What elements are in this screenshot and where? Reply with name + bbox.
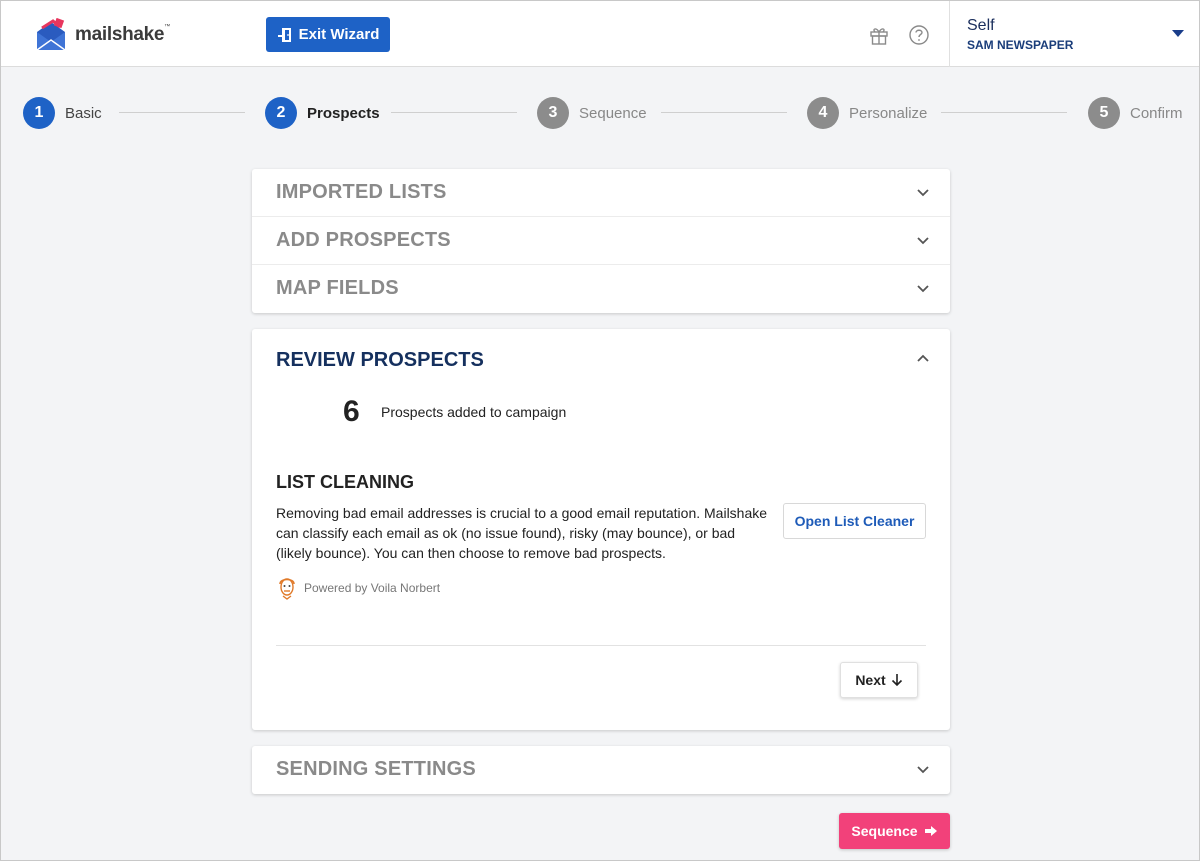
- caret-down-icon[interactable]: [1172, 30, 1184, 37]
- step-number: 2: [265, 97, 297, 129]
- prospect-count-label: Prospects added to campaign: [381, 404, 567, 420]
- step-label: Personalize: [849, 104, 928, 122]
- section-title: ADD PROSPECTS: [276, 229, 451, 251]
- review-prospects-title: REVIEW PROSPECTS: [276, 349, 484, 371]
- step-label: Basic: [65, 104, 102, 122]
- prospect-count: 6: [343, 395, 360, 428]
- powered-by: Powered by Voila Norbert: [276, 575, 440, 601]
- divider: [276, 645, 926, 646]
- arrow-down-icon: [891, 674, 902, 687]
- voila-norbert-avatar-icon: [279, 578, 295, 600]
- account-name: Self: [967, 17, 995, 34]
- chevron-down-icon[interactable]: [916, 284, 930, 294]
- step-label: Sequence: [579, 104, 647, 122]
- sequence-next-button[interactable]: Sequence: [839, 813, 950, 849]
- chevron-down-icon[interactable]: [916, 765, 930, 775]
- mailshake-logo[interactable]: mailshake™: [33, 18, 170, 52]
- next-button[interactable]: Next: [840, 662, 918, 698]
- arrow-right-icon: [924, 826, 937, 836]
- step-connector: [661, 112, 787, 113]
- powered-by-text: Powered by Voila Norbert: [304, 581, 441, 595]
- exit-door-icon: [277, 27, 291, 42]
- step-personalize[interactable]: 4 Personalize: [807, 96, 927, 130]
- review-prospects-card: REVIEW PROSPECTS 6 Prospects added to ca…: [252, 329, 950, 730]
- step-basic[interactable]: 1 Basic: [23, 96, 102, 130]
- wizard-stepper: 1 Basic 2 Prospects 3 Sequence 4 Persona…: [1, 96, 1200, 130]
- chevron-down-icon[interactable]: [916, 188, 930, 198]
- section-imported-lists[interactable]: IMPORTED LISTS: [252, 169, 950, 217]
- account-switcher[interactable]: Self SAM NEWSPAPER: [949, 1, 1199, 67]
- sending-settings-card: SENDING SETTINGS: [252, 746, 950, 794]
- section-sending-settings[interactable]: SENDING SETTINGS: [252, 746, 950, 794]
- step-connector: [119, 112, 245, 113]
- logo-text: mailshake™: [75, 24, 170, 45]
- sequence-label: Sequence: [851, 823, 918, 839]
- step-prospects[interactable]: 2 Prospects: [265, 96, 380, 130]
- help-icon[interactable]: [908, 24, 930, 46]
- step-label: Prospects: [307, 104, 380, 122]
- section-title: IMPORTED LISTS: [276, 181, 447, 203]
- exit-wizard-label: Exit Wizard: [298, 26, 380, 43]
- list-cleaning-description: Removing bad email addresses is crucial …: [276, 505, 768, 561]
- list-cleaning-title: LIST CLEANING: [276, 472, 414, 492]
- top-header: mailshake™ Exit Wizard Self SAM NEWSPAPE…: [1, 1, 1199, 67]
- chevron-up-icon[interactable]: [916, 353, 930, 363]
- step-number: 3: [537, 97, 569, 129]
- step-confirm[interactable]: 5 Confirm: [1088, 96, 1183, 130]
- account-org: SAM NEWSPAPER: [967, 38, 1074, 52]
- next-label: Next: [855, 672, 886, 688]
- gift-icon[interactable]: [868, 24, 890, 46]
- mailshake-logo-icon: [36, 18, 66, 51]
- chevron-down-icon[interactable]: [916, 236, 930, 246]
- exit-wizard-button[interactable]: Exit Wizard: [266, 17, 390, 52]
- step-label: Confirm: [1130, 104, 1183, 122]
- step-connector: [941, 112, 1067, 113]
- open-list-cleaner-button[interactable]: Open List Cleaner: [783, 503, 926, 539]
- section-add-prospects[interactable]: ADD PROSPECTS: [252, 217, 950, 265]
- section-title: MAP FIELDS: [276, 277, 399, 299]
- step-number: 1: [23, 97, 55, 129]
- section-map-fields[interactable]: MAP FIELDS: [252, 265, 950, 313]
- step-number: 5: [1088, 97, 1120, 129]
- section-title: SENDING SETTINGS: [276, 758, 476, 780]
- step-number: 4: [807, 97, 839, 129]
- setup-sections-card: IMPORTED LISTS ADD PROSPECTS MAP FIELDS: [252, 169, 950, 313]
- step-sequence[interactable]: 3 Sequence: [537, 96, 647, 130]
- step-connector: [391, 112, 517, 113]
